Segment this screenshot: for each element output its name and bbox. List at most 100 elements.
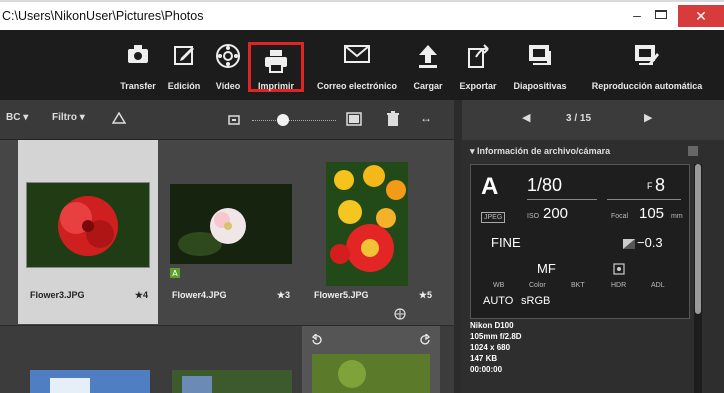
info-label: WB [493, 282, 505, 289]
color-space: sRGB [521, 295, 551, 307]
camera-model: Nikon D100 [470, 321, 514, 330]
video-icon [216, 44, 240, 68]
capture-time: 00:00:00 [470, 365, 503, 374]
thumbnail-partial[interactable] [30, 370, 150, 393]
upload-icon [419, 45, 437, 68]
shutter-speed: 1/80 [527, 175, 563, 195]
divider [527, 199, 597, 200]
sort-dropdown[interactable]: BC ▾ [6, 112, 28, 123]
image-navigator: ◀ 3 / 15 ▶ [462, 100, 724, 140]
thumbnail-item-partial[interactable] [302, 326, 440, 393]
camera-info-box: A 1/80 F 8 JPEG ISO 200 Focal 105 mm FIN… [470, 164, 690, 319]
flower3-thumbnail [26, 182, 150, 268]
thumbnail-size-slider[interactable] [252, 120, 336, 122]
thumbnail-filename: Flower5.JPG [314, 290, 369, 300]
page-indicator: 3 / 15 [566, 113, 592, 124]
small-thumbnail-icon[interactable] [228, 114, 240, 126]
thumbnail-item[interactable]: Flower5.JPG ★5 [302, 140, 442, 324]
format-badge: JPEG [481, 212, 506, 223]
info-label: Color [529, 282, 546, 289]
large-thumbnail-icon[interactable] [346, 112, 362, 126]
metering-icon [613, 263, 625, 275]
exposure-comp-icon [623, 239, 635, 249]
slider-knob[interactable] [277, 114, 289, 126]
thumbnail-partial[interactable] [172, 370, 292, 393]
trash-icon[interactable] [386, 111, 400, 127]
next-arrow-icon[interactable]: ▶ [644, 111, 652, 124]
thumbnail-item[interactable]: Flower3.JPG ★4 [18, 140, 158, 324]
aperture-value: 8 [655, 175, 666, 195]
label-badge-icon: A [170, 268, 180, 278]
section-menu-icon[interactable] [688, 146, 698, 156]
focal-unit: mm [671, 213, 683, 220]
section-header[interactable]: ▾ Información de archivo/cámara [470, 146, 610, 157]
filter-dropdown[interactable]: Filtro ▾ [52, 112, 85, 123]
aperture-prefix: F [647, 181, 653, 191]
export-icon [468, 44, 489, 68]
autoplay-icon [635, 45, 659, 65]
close-button[interactable]: ✕ [678, 5, 724, 27]
lens-info: 105mm f/2.8D [470, 332, 522, 341]
mail-icon [344, 45, 370, 63]
rotate-right-icon[interactable] [420, 334, 432, 346]
slideshow-icon [529, 45, 551, 65]
camera-icon [128, 45, 148, 63]
scrollbar-thumb[interactable] [695, 164, 701, 314]
thumbnail-rating: ★3 [276, 290, 290, 300]
image-quality: FINE [491, 235, 521, 250]
iso-label: ISO [527, 213, 540, 220]
title-bar: C:\Users\NikonUser\Pictures\Photos – ✕ [0, 0, 724, 30]
tool-label: Cargar [413, 81, 443, 91]
file-size: 147 KB [470, 354, 498, 363]
info-scrollbar[interactable] [694, 164, 702, 393]
exposure-mode: A [481, 173, 499, 200]
filter-bar: BC ▾ Filtro ▾ ↔ [0, 100, 454, 140]
tool-label: Reproducción automática [591, 81, 703, 91]
window-title: C:\Users\NikonUser\Pictures\Photos [2, 9, 204, 23]
divider [607, 199, 681, 200]
printer-icon [265, 50, 287, 73]
focal-value: 105 [639, 205, 665, 222]
tool-label: Exportar [459, 81, 497, 91]
minimize-button[interactable]: – [630, 7, 644, 23]
image-metadata: Nikon D100 105mm f/2.8D 1024 x 680 147 K… [470, 320, 690, 375]
toolbar: Transfer Edición Vídeo Imprimir Correo e… [0, 30, 724, 100]
warning-icon[interactable] [112, 112, 126, 124]
tool-email[interactable]: Correo electrónico [308, 30, 406, 100]
tool-print[interactable]: Imprimir [248, 42, 304, 92]
tool-autoplay[interactable]: Reproducción automática [578, 30, 716, 100]
iso-value: 200 [543, 205, 569, 222]
tool-label: Imprimir [257, 81, 294, 91]
edit-icon [174, 46, 194, 65]
info-label: BKT [571, 282, 585, 289]
flower4-thumbnail [170, 184, 292, 264]
prev-arrow-icon[interactable]: ◀ [522, 111, 530, 124]
tool-slideshow[interactable]: Diapositivas [506, 30, 574, 100]
tool-label: Edición [167, 81, 201, 91]
rotate-left-icon[interactable] [310, 334, 322, 346]
fit-button[interactable]: ↔ [420, 111, 432, 125]
maximize-button[interactable] [655, 10, 667, 19]
tool-label: Correo electrónico [316, 81, 398, 91]
focal-label: Focal [611, 213, 629, 220]
gps-icon [394, 308, 406, 320]
thumbnail-image [312, 354, 430, 393]
image-dimensions: 1024 x 680 [470, 343, 511, 352]
tool-edit[interactable]: Edición [162, 30, 206, 100]
tool-transfer[interactable]: Transfer [118, 30, 158, 100]
thumbnail-item[interactable]: A Flower4.JPG ★3 [160, 140, 300, 324]
thumbnail-rating: ★4 [134, 290, 148, 300]
tool-label: Transfer [120, 81, 156, 91]
info-label: ADL [651, 282, 665, 289]
thumbnail-filename: Flower3.JPG [30, 290, 85, 300]
section-title: Información de archivo/cámara [477, 146, 611, 156]
thumbnail-row-2 [0, 325, 454, 393]
thumbnail-filename: Flower4.JPG [172, 290, 227, 300]
white-balance: AUTO [483, 295, 514, 307]
tool-video[interactable]: Vídeo [208, 30, 248, 100]
thumbnail-grid: Flower3.JPG ★4 A Flower4.JPG ★3 Flower5.… [0, 140, 454, 393]
info-label: HDR [611, 282, 627, 289]
tool-upload[interactable]: Cargar [408, 30, 448, 100]
tool-export[interactable]: Exportar [452, 30, 504, 100]
svg-text:A: A [172, 269, 178, 278]
